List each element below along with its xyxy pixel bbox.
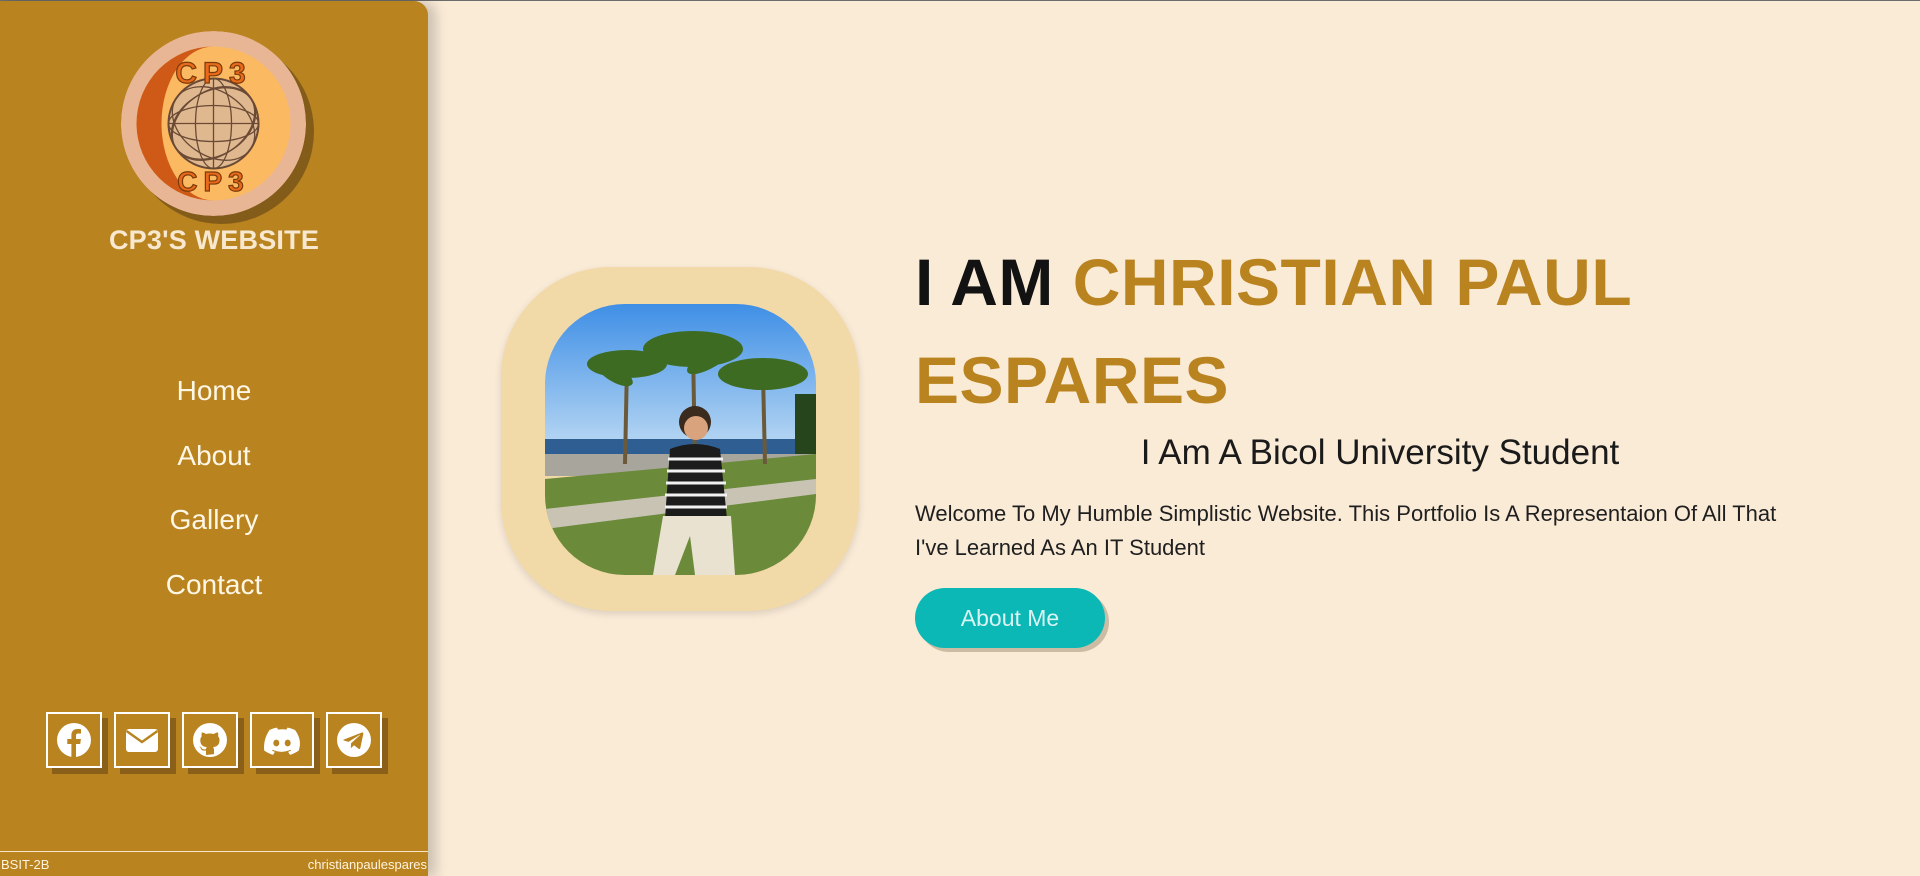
main-nav: Home About Gallery Contact bbox=[0, 368, 428, 626]
sidebar: CP3 CP3 CP3'S WEBSITE Home About Gallery… bbox=[0, 1, 428, 876]
facebook-link[interactable] bbox=[46, 712, 102, 768]
nav-gallery[interactable]: Gallery bbox=[0, 497, 428, 562]
nav-home[interactable]: Home bbox=[0, 368, 428, 433]
github-icon bbox=[193, 723, 227, 757]
logo-text-top: CP3 bbox=[175, 57, 251, 90]
footer-class: BSIT-2B bbox=[1, 857, 50, 872]
about-me-button[interactable]: About Me bbox=[915, 588, 1105, 648]
cp3-logo-icon: CP3 CP3 bbox=[121, 31, 306, 216]
profile-photo-image bbox=[545, 304, 816, 575]
footer-username: christianpaulespares bbox=[307, 857, 427, 872]
discord-link[interactable] bbox=[250, 712, 314, 768]
sidebar-footer: BSIT-2B christianpaulespares bbox=[0, 851, 428, 876]
profile-photo bbox=[545, 304, 816, 575]
logo-text-bottom: CP3 bbox=[177, 166, 249, 197]
site-logo[interactable]: CP3 CP3 bbox=[121, 31, 314, 224]
discord-icon bbox=[264, 727, 300, 755]
email-icon bbox=[125, 729, 159, 752]
facebook-icon bbox=[57, 723, 91, 758]
nav-about[interactable]: About bbox=[0, 433, 428, 498]
telegram-link[interactable] bbox=[326, 712, 382, 768]
site-title: CP3'S WEBSITE bbox=[108, 225, 320, 255]
headline-prefix: I AM bbox=[915, 245, 1073, 319]
social-links bbox=[46, 712, 382, 768]
nav-contact[interactable]: Contact bbox=[0, 562, 428, 627]
email-link[interactable] bbox=[114, 712, 170, 768]
github-link[interactable] bbox=[182, 712, 238, 768]
profile-photo-frame bbox=[501, 267, 859, 611]
hero-intro: Welcome To My Humble Simplistic Website.… bbox=[915, 501, 1777, 560]
hero-headline: I AM CHRISTIAN PAUL ESPARES bbox=[915, 233, 1675, 429]
hero-subtitle: I Am A Bicol University Student bbox=[1140, 433, 1620, 472]
telegram-icon bbox=[337, 723, 371, 757]
